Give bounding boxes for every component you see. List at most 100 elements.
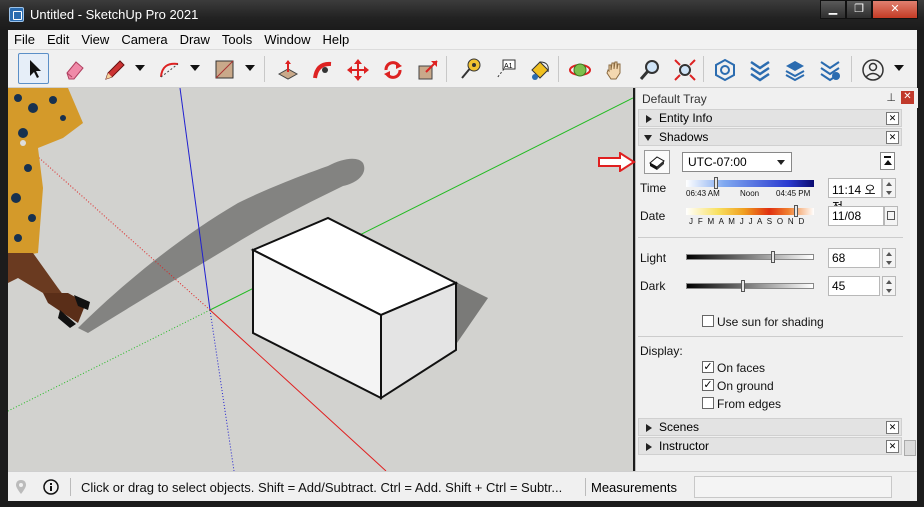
dark-slider-thumb[interactable] bbox=[741, 280, 745, 292]
rectangle-tool-button[interactable] bbox=[208, 53, 239, 84]
pencil-dropdown-arrow[interactable] bbox=[135, 65, 145, 71]
eraser-icon bbox=[66, 61, 84, 80]
tray-scrollbar-thumb[interactable] bbox=[904, 440, 916, 456]
tape-measure-tool-button[interactable] bbox=[453, 53, 484, 84]
minimize-button[interactable]: ▁ bbox=[820, 0, 846, 19]
calendar-icon[interactable] bbox=[884, 206, 898, 226]
move-icon bbox=[347, 59, 369, 81]
menu-camera[interactable]: Camera bbox=[115, 31, 173, 49]
scale-tool-button[interactable] bbox=[411, 53, 442, 84]
toolbar-separator bbox=[703, 56, 704, 82]
account-button[interactable] bbox=[856, 53, 887, 84]
account-icon bbox=[862, 59, 884, 81]
shadow-toggle-button[interactable] bbox=[644, 150, 670, 174]
warehouse-tool-button[interactable] bbox=[708, 53, 739, 84]
menu-edit[interactable]: Edit bbox=[41, 31, 75, 49]
orbit-icon bbox=[569, 63, 591, 77]
extension-manager-tool-button[interactable] bbox=[813, 53, 844, 84]
time-spinner[interactable] bbox=[882, 178, 896, 198]
pencil-tool-button[interactable] bbox=[98, 53, 129, 84]
menu-window[interactable]: Window bbox=[258, 31, 316, 49]
move-tool-button[interactable] bbox=[341, 53, 372, 84]
tray-close-icon[interactable]: ✕ bbox=[901, 91, 914, 104]
instructor-panel-header[interactable]: Instructor ✕ bbox=[638, 437, 902, 455]
menu-tools[interactable]: Tools bbox=[216, 31, 258, 49]
pan-tool-button[interactable] bbox=[598, 53, 629, 84]
shadows-panel-header[interactable]: Shadows ✕ bbox=[638, 128, 902, 146]
rectangle-dropdown-arrow[interactable] bbox=[245, 65, 255, 71]
menu-help[interactable]: Help bbox=[317, 31, 356, 49]
select-icon bbox=[30, 60, 41, 78]
menu-view[interactable]: View bbox=[75, 31, 115, 49]
select-tool-button[interactable] bbox=[18, 53, 49, 84]
time-noon-label: Noon bbox=[740, 189, 760, 198]
text-tool-button[interactable]: A1 bbox=[488, 53, 519, 84]
timezone-select[interactable]: UTC-07:00 bbox=[682, 152, 792, 172]
date-field[interactable]: 11/08 bbox=[828, 206, 884, 226]
panel-close-icon[interactable]: ✕ bbox=[886, 440, 899, 453]
time-slider-thumb[interactable] bbox=[714, 177, 718, 189]
pin-icon[interactable]: ⊥ bbox=[886, 91, 896, 104]
paint-bucket-tool-button[interactable] bbox=[523, 53, 554, 84]
date-label: Date bbox=[640, 209, 666, 223]
from-edges-checkbox[interactable] bbox=[702, 397, 714, 409]
arc-tool-button[interactable] bbox=[153, 53, 184, 84]
panel-close-icon[interactable]: ✕ bbox=[886, 112, 899, 125]
eraser-tool-button[interactable] bbox=[58, 53, 89, 84]
light-field[interactable]: 68 bbox=[828, 248, 880, 268]
layers-icon bbox=[785, 61, 805, 82]
toolbar-separator bbox=[264, 56, 265, 82]
scenes-label: Scenes bbox=[659, 420, 700, 434]
scenes-panel-header[interactable]: Scenes ✕ bbox=[638, 418, 902, 436]
toolbar-separator bbox=[446, 56, 447, 82]
close-button[interactable]: ✕ bbox=[872, 0, 918, 19]
svg-text:A1: A1 bbox=[504, 63, 513, 70]
use-sun-checkbox[interactable] bbox=[702, 315, 714, 327]
geo-location-icon[interactable] bbox=[13, 479, 29, 495]
time-end-label: 04:45 PM bbox=[776, 189, 811, 198]
light-slider-thumb[interactable] bbox=[771, 251, 775, 263]
main-toolbar: A1 bbox=[8, 50, 917, 88]
light-slider[interactable] bbox=[686, 251, 814, 263]
on-ground-checkbox[interactable]: ✓ bbox=[702, 379, 714, 391]
collapsed-triangle-icon bbox=[646, 424, 652, 432]
layers-tool-button[interactable] bbox=[778, 53, 809, 84]
push-pull-tool-button[interactable] bbox=[271, 53, 302, 84]
scene-canvas[interactable] bbox=[8, 88, 633, 471]
time-field[interactable]: 11:14 오전 bbox=[828, 178, 882, 214]
shadows-label: Shadows bbox=[659, 130, 709, 144]
time-label: Time bbox=[640, 181, 667, 195]
account-dropdown-arrow[interactable] bbox=[894, 65, 904, 71]
maximize-button[interactable]: ❐ bbox=[846, 0, 872, 19]
arc-dropdown-arrow[interactable] bbox=[190, 65, 200, 71]
dark-field[interactable]: 45 bbox=[828, 276, 880, 296]
dark-slider[interactable] bbox=[686, 280, 814, 292]
details-toggle-button[interactable] bbox=[880, 152, 895, 170]
drawing-viewport[interactable] bbox=[8, 88, 633, 471]
date-slider[interactable] bbox=[686, 205, 814, 217]
info-icon[interactable] bbox=[43, 479, 59, 495]
menu-draw[interactable]: Draw bbox=[174, 31, 216, 49]
pencil-icon bbox=[105, 60, 125, 80]
dark-spinner[interactable] bbox=[882, 276, 896, 296]
measurements-input[interactable] bbox=[694, 476, 892, 498]
entity-info-panel-header[interactable]: Entity Info ✕ bbox=[638, 109, 902, 127]
menu-file[interactable]: File bbox=[8, 31, 41, 49]
date-slider-thumb[interactable] bbox=[794, 205, 798, 217]
panel-close-icon[interactable]: ✕ bbox=[886, 421, 899, 434]
tray-scrollbar[interactable] bbox=[903, 108, 917, 471]
orbit-tool-button[interactable] bbox=[563, 53, 594, 84]
follow-me-tool-button[interactable] bbox=[306, 53, 337, 84]
time-slider[interactable] bbox=[686, 177, 814, 189]
light-spinner[interactable] bbox=[882, 248, 896, 268]
panel-close-icon[interactable]: ✕ bbox=[886, 131, 899, 144]
extension-warehouse-tool-button[interactable] bbox=[743, 53, 774, 84]
zoom-tool-button[interactable] bbox=[633, 53, 664, 84]
on-faces-checkbox[interactable]: ✓ bbox=[702, 361, 714, 373]
rotate-tool-button[interactable] bbox=[376, 53, 407, 84]
status-bar: Click or drag to select objects. Shift =… bbox=[8, 471, 917, 501]
extension-manager-icon bbox=[820, 61, 840, 82]
figure-bracelet bbox=[20, 140, 26, 146]
zoom-extents-tool-button[interactable] bbox=[668, 53, 699, 84]
status-separator bbox=[585, 478, 586, 496]
